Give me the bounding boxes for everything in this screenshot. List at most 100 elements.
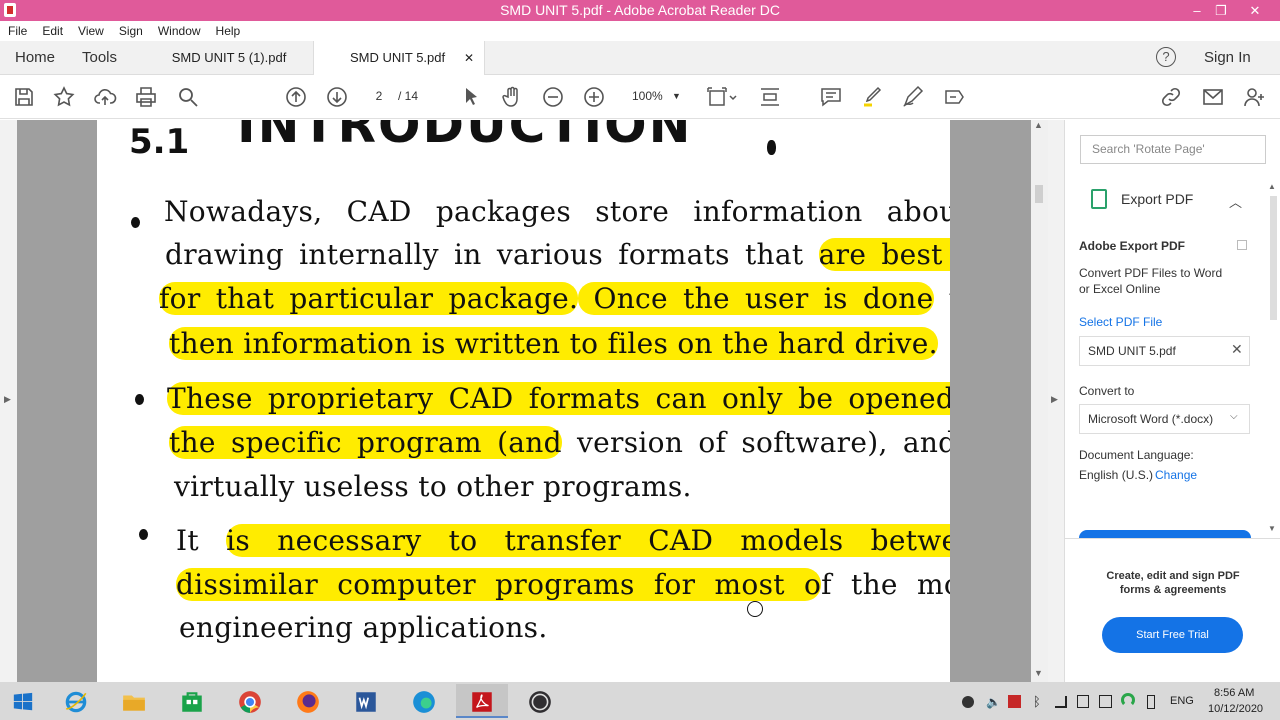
help-icon[interactable]: ? [1156, 47, 1176, 67]
bullet-dot [135, 394, 144, 405]
search-icon[interactable] [176, 85, 200, 109]
tab-close-icon[interactable]: ✕ [464, 41, 474, 75]
menu-sign[interactable]: Sign [111, 21, 150, 41]
volume-icon[interactable]: 🔈 [986, 695, 1001, 709]
zoom-in-icon[interactable] [582, 85, 606, 109]
tray-icon-1[interactable] [962, 696, 974, 708]
bluetooth-icon[interactable]: ᛒ [1033, 694, 1041, 709]
collapse-chevron-icon[interactable]: ︿ [1229, 192, 1242, 211]
menu-view[interactable]: View [70, 21, 111, 41]
file-explorer-icon[interactable] [108, 684, 160, 718]
menu-window[interactable]: Window [150, 21, 208, 41]
zoom-select[interactable]: 100% ▼ [622, 84, 686, 108]
print-icon[interactable] [134, 85, 158, 109]
tray-icon-6[interactable] [1099, 695, 1112, 708]
pdf-page: 5.1 INTRODUCTION Nowadays, CAD packages … [97, 120, 950, 682]
tool-search-input[interactable]: Search 'Rotate Page' [1080, 135, 1266, 164]
obs-icon[interactable] [514, 684, 566, 718]
restore-button[interactable]: ❐ [1206, 0, 1236, 21]
acrobat-taskbar-icon[interactable] [456, 684, 508, 718]
email-icon[interactable] [1201, 85, 1225, 109]
zoom-out-icon[interactable] [541, 85, 565, 109]
pane-scroll-up-icon[interactable]: ▲ [1268, 182, 1276, 191]
select-file-link[interactable]: Select PDF File [1079, 315, 1162, 329]
sign-in-button[interactable]: Sign In [1204, 41, 1251, 75]
pane-divider [1065, 538, 1280, 539]
nav-home[interactable]: Home [15, 41, 55, 75]
firefox-icon[interactable] [282, 684, 334, 718]
word-icon[interactable] [340, 684, 392, 718]
highlighter-icon[interactable] [860, 85, 884, 109]
save-icon[interactable] [12, 85, 36, 109]
promo-text: Create, edit and sign PDF forms & agreem… [1106, 570, 1240, 596]
menu-file[interactable]: File [0, 21, 34, 41]
previous-page-icon[interactable] [284, 85, 308, 109]
chrome-icon[interactable] [224, 684, 276, 718]
next-page-icon[interactable] [325, 85, 349, 109]
export-pdf-title[interactable]: Export PDF [1121, 191, 1193, 207]
scroll-down-icon[interactable]: ▼ [1034, 668, 1043, 678]
windows-start-icon[interactable] [0, 684, 46, 718]
scroll-mode-icon[interactable] [758, 85, 782, 109]
store-icon[interactable] [166, 684, 218, 718]
text-line: virtually useless to other programs. [174, 470, 692, 503]
edge-icon[interactable] [398, 684, 450, 718]
title-bar: SMD UNIT 5.pdf - Adobe Acrobat Reader DC… [0, 0, 1280, 21]
text-line: These proprietary CAD formats can only b… [167, 382, 950, 415]
scroll-thumb[interactable] [1035, 185, 1043, 203]
text-line: then information is written to files on … [169, 327, 938, 360]
share-link-icon[interactable] [1159, 85, 1183, 109]
page-number-input[interactable]: 2 [362, 84, 396, 108]
close-window-button[interactable]: ✕ [1240, 0, 1270, 21]
bookmark-star-icon[interactable] [52, 85, 76, 109]
menu-help[interactable]: Help [208, 21, 248, 41]
battery-icon[interactable] [1147, 695, 1155, 709]
tray-icon-red[interactable] [1008, 695, 1021, 708]
tab-smd-unit-5[interactable]: SMD UNIT 5.pdf ✕ [313, 41, 485, 76]
format-value: Microsoft Word (*.docx) [1088, 412, 1214, 426]
menu-bar: File Edit View Sign Window Help [0, 21, 1280, 41]
tab-smd-unit-5-1[interactable]: SMD UNIT 5 (1).pdf [145, 41, 313, 75]
right-panel-toggle[interactable]: ▶ [1048, 120, 1064, 682]
pane-scroll-thumb[interactable] [1270, 196, 1277, 320]
scroll-up-icon[interactable]: ▲ [1034, 120, 1043, 130]
left-panel-toggle[interactable]: ▶ [0, 120, 17, 682]
ink-mark [767, 140, 776, 155]
export-description: Convert PDF Files to Word or Excel Onlin… [1079, 266, 1223, 296]
fill-sign-icon[interactable] [942, 85, 966, 109]
change-language-link[interactable]: Change [1155, 468, 1197, 482]
hand-tool-icon[interactable] [500, 85, 524, 109]
collapse-right-icon[interactable]: ▶ [1051, 394, 1058, 405]
remove-file-icon[interactable]: ✕ [1231, 341, 1243, 358]
network-icon[interactable] [1055, 696, 1067, 708]
text-line: the specific program (and version of sof… [169, 426, 950, 459]
expand-left-icon[interactable]: ▶ [4, 394, 11, 405]
internet-explorer-icon[interactable] [50, 684, 102, 718]
pane-scroll-down-icon[interactable]: ▼ [1268, 524, 1276, 533]
clock-time[interactable]: 8:56 AM [1214, 687, 1254, 699]
document-scrollbar[interactable]: ▲ ▼ [1031, 120, 1048, 682]
page-fit-icon[interactable] [706, 85, 738, 109]
wifi-icon[interactable] [1121, 693, 1135, 707]
select-cursor-icon[interactable] [459, 85, 483, 109]
start-free-trial-button[interactable]: Start Free Trial [1102, 617, 1243, 653]
clock-date[interactable]: 10/12/2020 [1208, 703, 1263, 715]
section-number: 5.1 [129, 122, 190, 162]
tools-pane: Search 'Rotate Page' Export PDF ︿ Adobe … [1064, 120, 1280, 682]
language-indicator[interactable]: ENG [1170, 695, 1194, 707]
convert-button-edge[interactable] [1079, 530, 1251, 538]
acrobat-app-icon [4, 3, 16, 17]
bullet-dot [139, 529, 148, 540]
upload-cloud-icon[interactable] [93, 85, 117, 109]
draw-pen-icon[interactable] [901, 85, 925, 109]
menu-edit[interactable]: Edit [34, 21, 70, 41]
nav-tools[interactable]: Tools [82, 41, 117, 75]
tray-icon-5[interactable] [1077, 695, 1089, 708]
text-line: Nowadays, CAD packages store information… [164, 195, 950, 228]
page-total: / 14 [398, 89, 419, 103]
add-user-icon[interactable] [1242, 85, 1266, 109]
chevron-down-icon: ⌵ [1230, 411, 1238, 422]
copy-icon [1237, 240, 1247, 250]
comment-icon[interactable] [819, 85, 843, 109]
file-name: SMD UNIT 5.pdf [1088, 344, 1176, 358]
